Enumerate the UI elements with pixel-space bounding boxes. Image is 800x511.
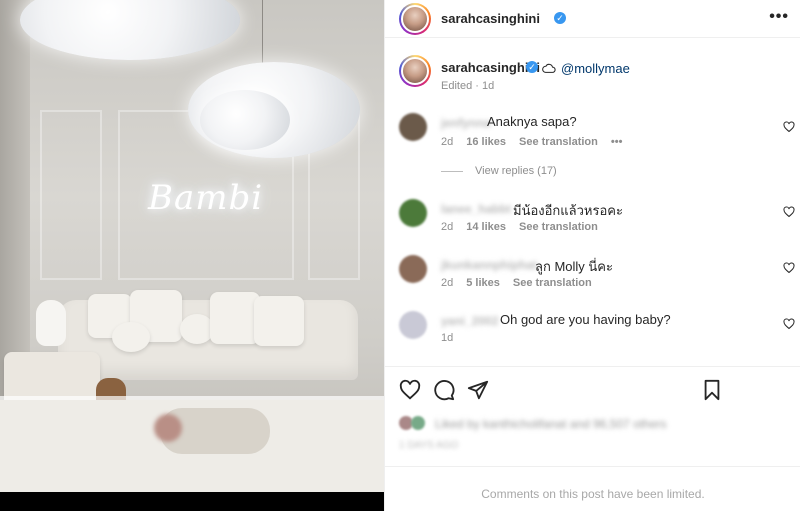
commenter-avatar[interactable]: [399, 311, 427, 339]
author-username[interactable]: sarahcasinghini: [441, 11, 540, 26]
comment-meta: 1d: [441, 332, 466, 344]
liker-avatar: [411, 416, 425, 430]
commenter-avatar[interactable]: [399, 199, 427, 227]
pillow: [254, 296, 304, 346]
comment-time[interactable]: 2d: [441, 221, 453, 233]
caption-avatar[interactable]: [399, 55, 431, 87]
commenter-username[interactable]: jenfynna: [441, 116, 490, 130]
commenter-avatar[interactable]: [399, 255, 427, 283]
more-options-icon[interactable]: •••: [769, 8, 789, 26]
action-bar: [385, 366, 800, 408]
pillow: [210, 292, 260, 344]
heart-icon[interactable]: [783, 318, 795, 330]
commenter-username[interactable]: jkunkannphiphat: [441, 258, 537, 272]
comment-text: Anaknya sapa?: [487, 114, 577, 129]
cloud-lamp-part: [200, 90, 290, 150]
cloud-wire: [262, 0, 263, 70]
cloud-icon: [542, 63, 556, 73]
comment-likes[interactable]: 16 likes: [466, 136, 506, 148]
author-avatar[interactable]: [399, 3, 431, 35]
comment-icon[interactable]: [433, 379, 455, 401]
comment-more-icon[interactable]: •••: [611, 136, 623, 148]
bunny-lamp: [36, 300, 66, 346]
view-replies-label: View replies (17): [475, 165, 557, 177]
wall-panel: [40, 110, 102, 280]
comment-meta: 2d 14 likes See translation: [441, 221, 611, 233]
comment-text: มีน้องอีกแล้วหรอคะ: [513, 203, 623, 218]
post-header: sarahcasinghini ✓ •••: [385, 0, 800, 38]
post-date: 1 DAYS AGO: [399, 440, 459, 451]
pillow: [180, 314, 214, 344]
verified-icon: ✓: [526, 61, 538, 73]
blurred-face: [154, 414, 182, 442]
comment-likes[interactable]: 5 likes: [466, 277, 500, 289]
comment-meta: 2d 16 likes See translation •••: [441, 136, 635, 148]
comment-time[interactable]: 2d: [441, 136, 453, 148]
comment-time[interactable]: 1d: [441, 332, 453, 344]
like-heart-icon[interactable]: [399, 379, 421, 401]
liked-by-text: Liked by kanthicholifanat and 96,507 oth…: [435, 417, 667, 431]
commenter-avatar[interactable]: [399, 113, 427, 141]
pillow: [112, 322, 150, 352]
neon-sign: Bambi: [148, 178, 264, 218]
view-replies-link[interactable]: View replies (17): [441, 165, 557, 177]
comment-likes[interactable]: 14 likes: [466, 221, 506, 233]
edited-timestamp: Edited · 1d: [441, 80, 495, 92]
post-photo[interactable]: Bambi: [0, 0, 384, 511]
heart-icon[interactable]: [783, 262, 795, 274]
heart-icon[interactable]: [783, 121, 795, 133]
commenter-username[interactable]: lanee_habbt: [441, 202, 511, 216]
verified-icon: ✓: [554, 12, 566, 24]
bookmark-icon[interactable]: [701, 379, 723, 401]
comment-text: ลูก Molly นี่คะ: [535, 259, 613, 274]
comments-limited-notice: Comments on this post have been limited.: [385, 466, 800, 511]
commenter-username[interactable]: yani_2002: [441, 314, 498, 328]
share-icon[interactable]: [467, 379, 489, 401]
liked-by-row[interactable]: Liked by kanthicholifanat and 96,507 oth…: [399, 413, 699, 433]
heart-icon[interactable]: [783, 206, 795, 218]
post-side-panel: sarahcasinghini ✓ ••• sarahcasinghini ✓ …: [384, 0, 800, 511]
see-translation-link[interactable]: See translation: [513, 277, 592, 289]
nursery-image: Bambi: [0, 0, 384, 492]
cloud-lamp-top: [20, 0, 240, 60]
mention-link[interactable]: @mollymae: [561, 61, 630, 76]
see-translation-link[interactable]: See translation: [519, 221, 598, 233]
comment-meta: 2d 5 likes See translation: [441, 277, 605, 289]
comment-time[interactable]: 2d: [441, 277, 453, 289]
comment-text: Oh god are you having baby?: [500, 312, 671, 327]
see-translation-link[interactable]: See translation: [519, 136, 598, 148]
